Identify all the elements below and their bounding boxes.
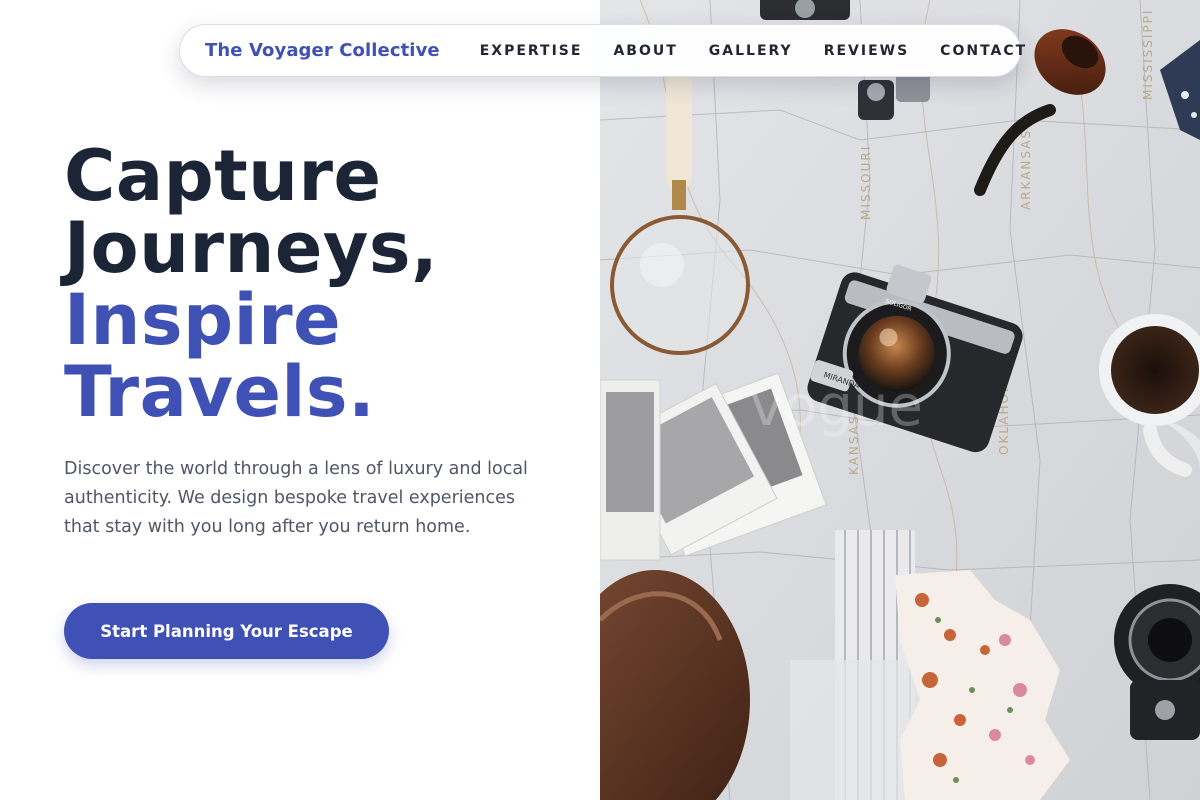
- headline-line-4: Travels.: [64, 351, 376, 433]
- map-label-missouri: MISSOURI: [859, 145, 873, 220]
- watermark-text: vogue: [750, 374, 923, 439]
- map-label-arkansas: ARKANSAS: [1019, 129, 1033, 210]
- hero-image: MISSOURI ARKANSAS OKLAHOMA MISSISSIPPI K…: [600, 0, 1200, 800]
- hero-headline: Capture Journeys, Inspire Travels.: [64, 140, 584, 428]
- nav-links: EXPERTISE ABOUT GALLERY REVIEWS CONTACT: [480, 43, 1027, 59]
- nav-link-contact[interactable]: CONTACT: [940, 43, 1027, 59]
- hero-description: Discover the world through a lens of lux…: [64, 459, 528, 537]
- nav-link-reviews[interactable]: REVIEWS: [824, 43, 909, 59]
- hero-section: Capture Journeys, Inspire Travels.: [64, 140, 584, 428]
- nav-link-expertise[interactable]: EXPERTISE: [480, 43, 583, 59]
- brand-logo-link[interactable]: The Voyager Collective: [205, 40, 440, 61]
- nav-link-about[interactable]: ABOUT: [613, 43, 677, 59]
- start-planning-button[interactable]: Start Planning Your Escape: [64, 603, 389, 659]
- headline-line-1: Capture: [64, 135, 382, 217]
- map-label-mississippi: MISSISSIPPI: [1141, 9, 1155, 100]
- headline-line-2: Journeys,: [64, 207, 439, 289]
- top-nav: The Voyager Collective EXPERTISE ABOUT G…: [179, 24, 1025, 77]
- travel-flatlay-illustration: MISSOURI ARKANSAS OKLAHOMA MISSISSIPPI K…: [600, 0, 1200, 800]
- headline-line-3: Inspire: [64, 279, 342, 361]
- nav-link-gallery[interactable]: GALLERY: [709, 43, 793, 59]
